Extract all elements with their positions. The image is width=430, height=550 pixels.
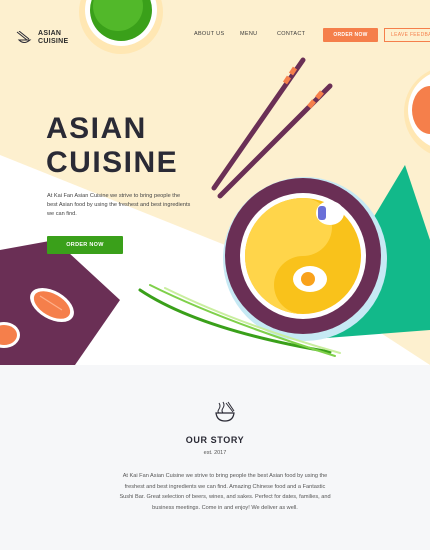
- brand-name-line2: CUISINE: [38, 38, 69, 45]
- brand-name: ASIAN CUISINE: [38, 30, 78, 46]
- story-text: At Kai Fan Asian Cuisine we strive to br…: [119, 473, 331, 511]
- our-story-section: [0, 365, 430, 550]
- hero-title-line2: CUISINE: [46, 146, 179, 179]
- nav-link-menu[interactable]: MENU: [240, 31, 257, 37]
- hero-order-button[interactable]: ORDER NOW: [47, 236, 123, 254]
- header-order-button[interactable]: ORDER NOW: [323, 28, 378, 42]
- soup-bowl-icon: [223, 177, 387, 341]
- hero-title-line1: ASIAN: [46, 112, 147, 145]
- leave-feedback-button[interactable]: LEAVE FEEDBACK: [384, 28, 430, 42]
- hero-section: ASIAN CUISINE ABOUT US MENU CONTACT ORDE…: [0, 0, 430, 365]
- chopsticks-bowl-icon: [16, 31, 32, 43]
- brand-logo[interactable]: ASIAN CUISINE: [16, 30, 78, 46]
- right-plate-icon: [404, 70, 430, 154]
- nav-link-about[interactable]: ABOUT US: [194, 31, 224, 37]
- hero-description: At Kai Fan Asian Cuisine we strive to br…: [47, 193, 191, 217]
- noodle-bowl-icon: [215, 401, 235, 422]
- hero-title: ASIAN CUISINE: [46, 112, 246, 180]
- sauce-bowl-icon: [79, 0, 163, 54]
- hero-illustration: [0, 0, 430, 365]
- nav-link-contact[interactable]: CONTACT: [277, 31, 305, 37]
- story-established: est. 2017: [203, 450, 227, 456]
- brand-name-line1: ASIAN: [38, 30, 62, 37]
- story-title: OUR STORY: [185, 435, 245, 445]
